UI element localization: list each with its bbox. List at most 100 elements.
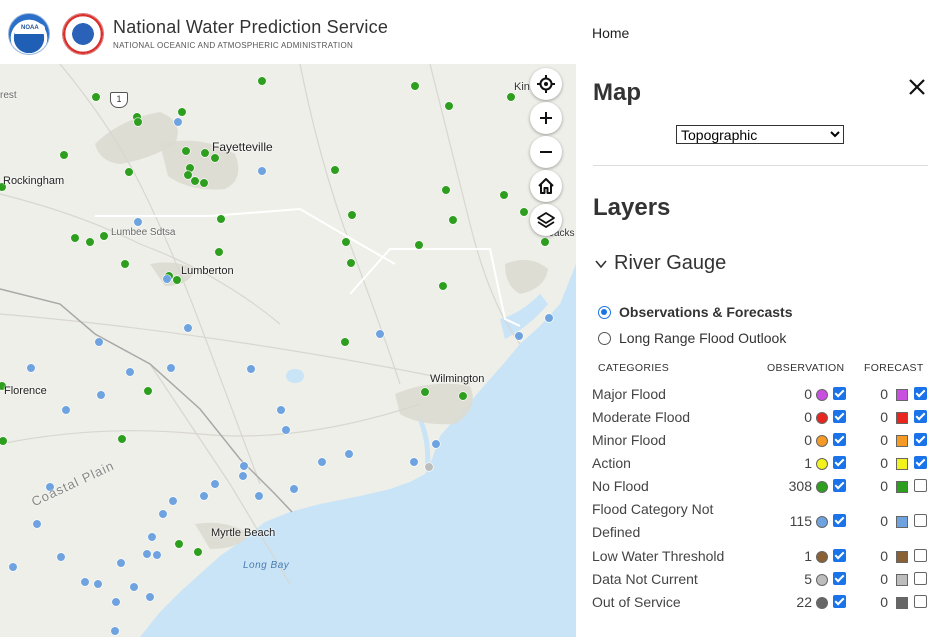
gauge-marker[interactable] <box>210 479 220 489</box>
gauge-marker[interactable] <box>254 491 264 501</box>
gauge-marker[interactable] <box>158 509 168 519</box>
gauge-marker[interactable] <box>344 449 354 459</box>
gauge-marker[interactable] <box>246 364 256 374</box>
gauge-marker[interactable] <box>210 153 220 163</box>
gauge-marker[interactable] <box>145 592 155 602</box>
gauge-marker[interactable] <box>0 436 8 446</box>
gauge-marker[interactable] <box>420 387 430 397</box>
forecast-checkbox[interactable] <box>914 387 927 400</box>
gauge-marker[interactable] <box>162 274 172 284</box>
gauge-marker[interactable] <box>99 231 109 241</box>
observation-checkbox[interactable] <box>833 387 846 400</box>
gauge-marker[interactable] <box>85 237 95 247</box>
gauge-marker[interactable] <box>414 240 424 250</box>
gauge-marker[interactable] <box>289 484 299 494</box>
long-range-outlook-radio[interactable]: Long Range Flood Outlook <box>598 330 786 346</box>
gauge-marker[interactable] <box>94 337 104 347</box>
gauge-marker[interactable] <box>257 166 267 176</box>
gauge-marker[interactable] <box>424 462 434 472</box>
zoom-in-button[interactable] <box>530 102 562 134</box>
map-view[interactable]: 1 rest Kin Fayetteville Rockingham Lumbe… <box>0 64 576 637</box>
gauge-marker[interactable] <box>441 185 451 195</box>
gauge-marker[interactable] <box>190 176 200 186</box>
gauge-marker[interactable] <box>174 539 184 549</box>
observation-checkbox[interactable] <box>833 572 846 585</box>
gauge-marker[interactable] <box>80 577 90 587</box>
forecast-checkbox[interactable] <box>914 595 927 608</box>
gauge-marker[interactable] <box>120 259 130 269</box>
gauge-marker[interactable] <box>143 386 153 396</box>
gauge-marker[interactable] <box>26 363 36 373</box>
gauge-marker[interactable] <box>125 367 135 377</box>
forecast-checkbox[interactable] <box>914 456 927 469</box>
gauge-marker[interactable] <box>8 562 18 572</box>
radio-button[interactable] <box>598 305 611 319</box>
gauge-marker[interactable] <box>199 178 209 188</box>
close-panel-button[interactable] <box>906 76 928 98</box>
gauge-marker[interactable] <box>409 457 419 467</box>
nws-logo[interactable] <box>62 13 104 55</box>
observations-forecasts-radio[interactable]: Observations & Forecasts <box>598 304 793 320</box>
gauge-marker[interactable] <box>133 217 143 227</box>
gauge-marker[interactable] <box>93 579 103 589</box>
gauge-marker[interactable] <box>183 170 193 180</box>
forecast-checkbox[interactable] <box>914 433 927 446</box>
basemap-select[interactable]: Topographic <box>676 125 844 144</box>
layers-button[interactable] <box>530 204 562 236</box>
observation-checkbox[interactable] <box>833 514 846 527</box>
gauge-marker[interactable] <box>117 434 127 444</box>
forecast-checkbox[interactable] <box>914 572 927 585</box>
gauge-marker[interactable] <box>458 391 468 401</box>
map-canvas[interactable] <box>0 64 576 637</box>
gauge-marker[interactable] <box>133 117 143 127</box>
gauge-marker[interactable] <box>70 233 80 243</box>
gauge-marker[interactable] <box>199 491 209 501</box>
gauge-marker[interactable] <box>56 552 66 562</box>
gauge-marker[interactable] <box>193 547 203 557</box>
gauge-marker[interactable] <box>544 313 554 323</box>
gauge-marker[interactable] <box>519 207 529 217</box>
observation-checkbox[interactable] <box>833 433 846 446</box>
gauge-marker[interactable] <box>257 76 267 86</box>
gauge-marker[interactable] <box>124 167 134 177</box>
observation-checkbox[interactable] <box>833 456 846 469</box>
gauge-marker[interactable] <box>91 92 101 102</box>
forecast-checkbox[interactable] <box>914 479 927 492</box>
gauge-marker[interactable] <box>168 496 178 506</box>
gauge-marker[interactable] <box>116 558 126 568</box>
observation-checkbox[interactable] <box>833 410 846 423</box>
gauge-marker[interactable] <box>540 237 550 247</box>
gauge-marker[interactable] <box>110 626 120 636</box>
gauge-marker[interactable] <box>448 215 458 225</box>
gauge-marker[interactable] <box>32 519 42 529</box>
gauge-marker[interactable] <box>61 405 71 415</box>
zoom-out-button[interactable] <box>530 136 562 168</box>
gauge-marker[interactable] <box>410 81 420 91</box>
gauge-marker[interactable] <box>214 247 224 257</box>
gauge-marker[interactable] <box>276 405 286 415</box>
forecast-checkbox[interactable] <box>914 549 927 562</box>
gauge-marker[interactable] <box>216 214 226 224</box>
gauge-marker[interactable] <box>183 323 193 333</box>
gauge-marker[interactable] <box>152 550 162 560</box>
locate-button[interactable] <box>530 68 562 100</box>
gauge-marker[interactable] <box>506 92 516 102</box>
nav-home-link[interactable]: Home <box>592 25 629 41</box>
radio-button[interactable] <box>598 331 611 345</box>
gauge-marker[interactable] <box>238 471 248 481</box>
gauge-marker[interactable] <box>375 329 385 339</box>
home-extent-button[interactable] <box>530 170 562 202</box>
gauge-marker[interactable] <box>317 457 327 467</box>
gauge-marker[interactable] <box>281 425 291 435</box>
observation-checkbox[interactable] <box>833 479 846 492</box>
gauge-marker[interactable] <box>96 390 106 400</box>
gauge-marker[interactable] <box>431 439 441 449</box>
gauge-marker[interactable] <box>438 281 448 291</box>
gauge-marker[interactable] <box>330 165 340 175</box>
gauge-marker[interactable] <box>177 107 187 117</box>
gauge-marker[interactable] <box>514 331 524 341</box>
observation-checkbox[interactable] <box>833 549 846 562</box>
gauge-marker[interactable] <box>347 210 357 220</box>
gauge-marker[interactable] <box>172 275 182 285</box>
gauge-marker[interactable] <box>346 258 356 268</box>
